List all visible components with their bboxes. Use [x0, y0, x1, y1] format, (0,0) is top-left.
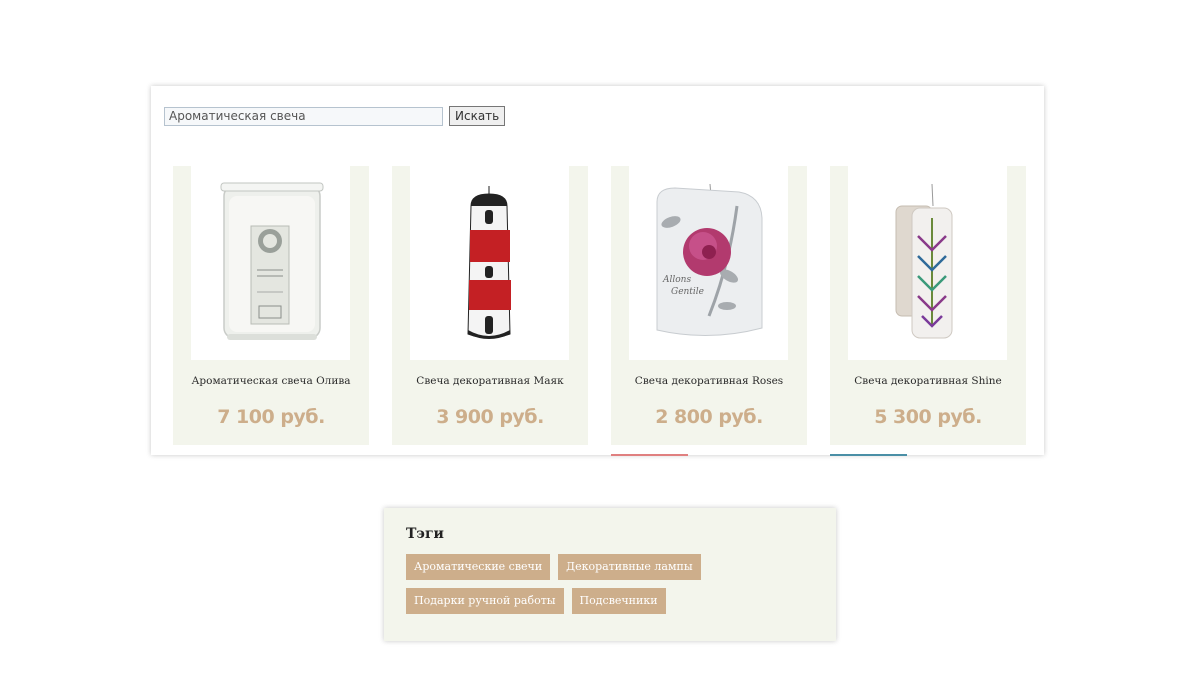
- product-image-rose-candle[interactable]: Allons Gentile: [629, 166, 788, 360]
- tags-title: Тэги: [406, 526, 444, 542]
- svg-text:Allons: Allons: [662, 275, 691, 285]
- search-button[interactable]: Искать: [449, 106, 506, 126]
- search-bar: Искать: [164, 106, 506, 126]
- product-name[interactable]: Ароматическая свеча Олива: [173, 375, 369, 387]
- tag-list: Ароматические свечи Декоративные лампы П…: [406, 554, 826, 614]
- product-price: 5 300 руб.: [874, 406, 982, 428]
- tag-link[interactable]: Ароматические свечи: [406, 554, 551, 580]
- card-underline-red: [611, 454, 688, 456]
- product-card[interactable]: Allons Gentile Свеча декоративная Roses …: [611, 166, 807, 445]
- tags-widget: Тэги Ароматические свечи Декоративные ла…: [384, 508, 836, 641]
- product-image-shine-candle[interactable]: [848, 166, 1007, 360]
- product-image-candle-jar[interactable]: [191, 166, 350, 360]
- product-image-lighthouse-candle[interactable]: [410, 166, 569, 360]
- product-search-panel: Искать Ароматическая све: [151, 86, 1044, 456]
- product-price: 2 800 руб.: [655, 406, 763, 428]
- tag-link[interactable]: Декоративные лампы: [558, 554, 701, 580]
- product-price: 7 100 руб.: [217, 406, 325, 428]
- svg-text:Gentile: Gentile: [671, 287, 704, 297]
- product-card[interactable]: Ароматическая свеча Олива 7 100 руб.: [173, 166, 369, 445]
- tag-link[interactable]: Подсвечники: [571, 588, 666, 614]
- search-input[interactable]: [164, 106, 443, 126]
- tag-link[interactable]: Подарки ручной работы: [406, 588, 564, 614]
- product-grid: Ароматическая свеча Олива 7 100 руб. Све…: [173, 166, 1026, 445]
- product-name[interactable]: Свеча декоративная Маяк: [392, 375, 588, 387]
- product-name[interactable]: Свеча декоративная Roses: [611, 375, 807, 387]
- product-card[interactable]: Свеча декоративная Маяк 3 900 руб.: [392, 166, 588, 445]
- product-card[interactable]: Свеча декоративная Shine 5 300 руб.: [830, 166, 1026, 445]
- product-price: 3 900 руб.: [436, 406, 544, 428]
- product-name[interactable]: Свеча декоративная Shine: [830, 375, 1026, 387]
- card-underline-teal: [830, 454, 907, 456]
